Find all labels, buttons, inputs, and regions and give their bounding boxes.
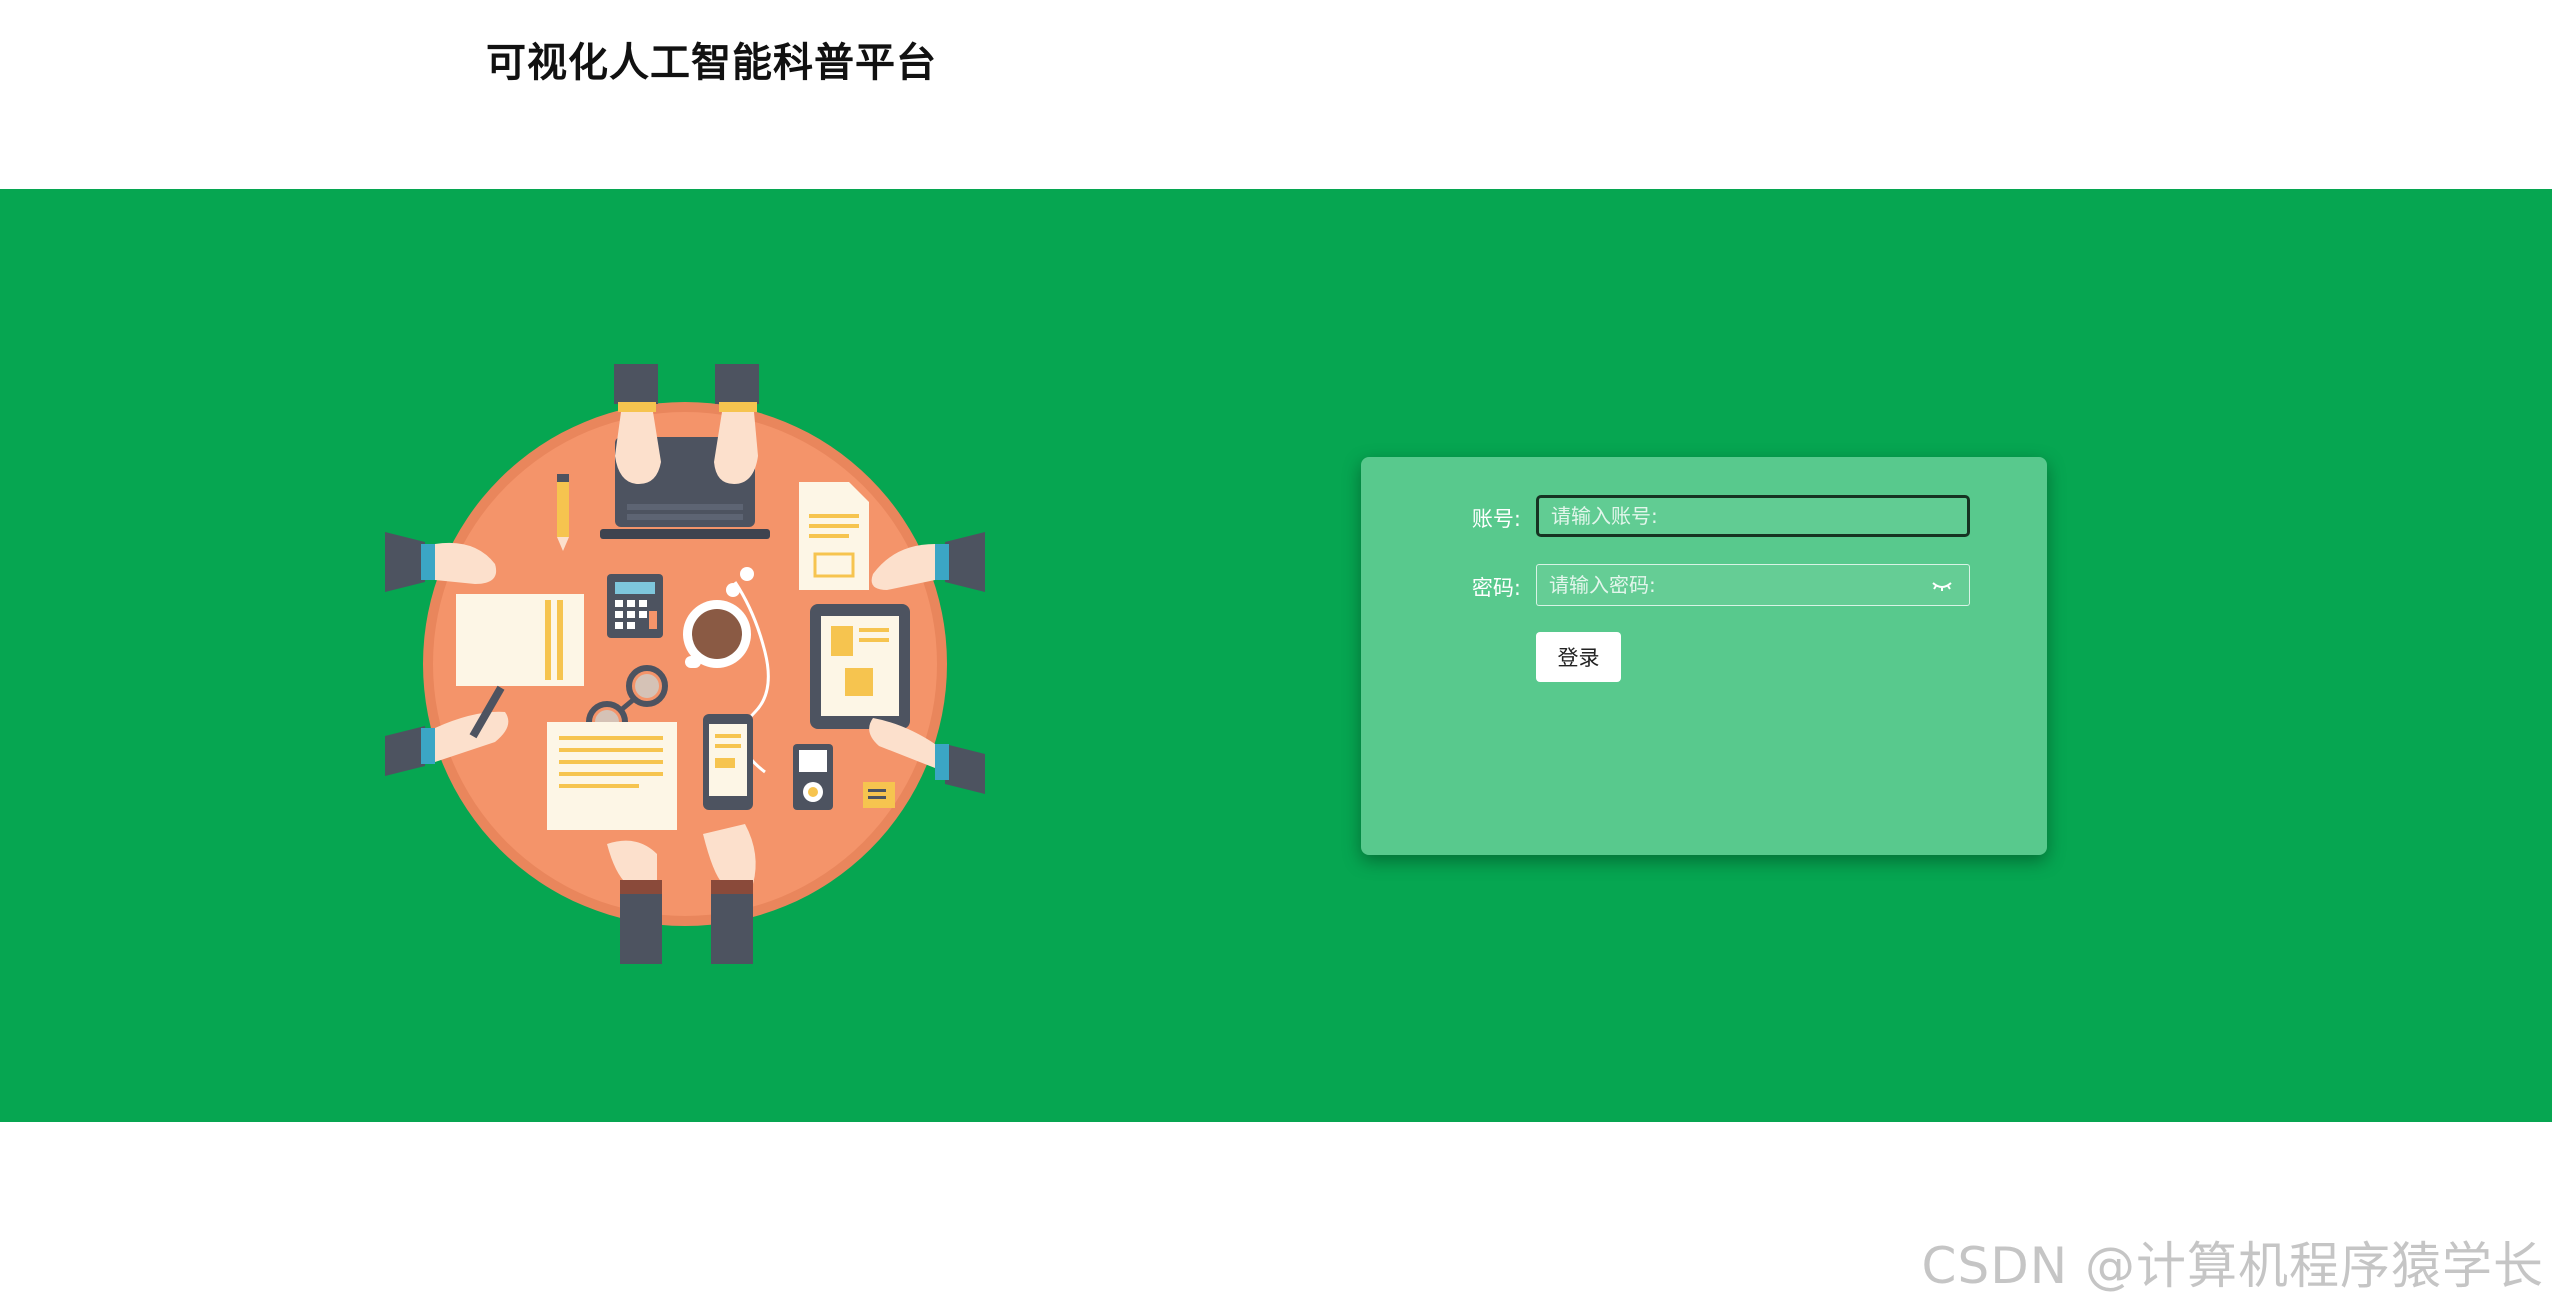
site-title: 可视化人工智能科普平台 — [486, 40, 937, 86]
tablet-icon — [810, 604, 910, 729]
login-page: 可视化人工智能科普平台 账号: 请输入账号: 密码: 登录 CSDN @计算机程… — [0, 0, 2552, 1312]
account-label: 账号: — [1471, 507, 1521, 531]
password-row: 密码: — [1361, 564, 2047, 608]
watermark: CSDN @计算机程序猿学长 — [1921, 1237, 2544, 1295]
coffee-cup-icon — [683, 600, 751, 668]
password-label: 密码: — [1471, 576, 1521, 600]
sticky-note-icon — [863, 782, 895, 808]
account-input[interactable] — [1536, 495, 1970, 537]
pencil-icon — [557, 474, 569, 551]
calculator-icon — [607, 574, 663, 638]
meeting-table-illustration — [385, 364, 985, 964]
music-player-icon — [793, 744, 833, 810]
smartphone-icon — [703, 714, 753, 810]
account-row: 账号: — [1361, 495, 2047, 539]
login-card: 账号: 密码: 登录 — [1361, 457, 2047, 855]
notepad-icon — [456, 594, 584, 686]
report-document-icon — [547, 722, 677, 830]
password-input[interactable] — [1536, 564, 1970, 606]
hero-banner: 账号: 密码: 登录 — [0, 189, 2552, 1122]
eye-closed-icon[interactable] — [1930, 573, 1954, 597]
login-button[interactable]: 登录 — [1536, 632, 1621, 682]
document-icon — [799, 482, 869, 590]
